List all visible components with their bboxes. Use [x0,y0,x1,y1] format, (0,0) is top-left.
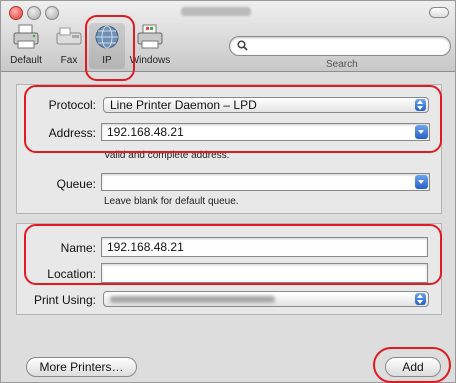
name-label: Name: [60,241,96,255]
address-dropdown-icon[interactable] [415,125,428,139]
address-hint: Valid and complete address. [104,150,230,161]
popup-arrows-icon [415,293,426,305]
add-button[interactable]: Add [385,357,441,377]
close-window-button[interactable] [9,6,23,20]
toolbar-default-button[interactable]: Default [5,23,47,69]
add-printer-window: Default Fax IP Windows Search Protocol: … [0,0,456,383]
globe-icon [95,25,119,49]
protocol-value: Line Printer Daemon – LPD [110,98,257,112]
protocol-label: Protocol: [48,98,96,112]
queue-field[interactable] [101,173,430,191]
queue-hint: Leave blank for default queue. [104,196,239,207]
more-printers-label: More Printers… [39,360,124,374]
address-label: Address: [48,126,96,140]
queue-dropdown-icon[interactable] [415,175,428,189]
toolbar-toggle-button[interactable] [429,7,449,18]
toolbar: Default Fax IP Windows Search [1,1,455,72]
window-title-redacted [151,4,281,18]
print-using-popup[interactable] [103,291,429,307]
toolbar-ip-button[interactable]: IP [89,23,125,69]
queue-label: Queue: [56,177,96,191]
toolbar-windows-label: Windows [129,55,171,66]
printer-icon [13,24,39,49]
toolbar-ip-label: IP [102,55,112,66]
zoom-window-button[interactable] [45,6,59,20]
toolbar-fax-label: Fax [60,55,78,66]
fax-icon [56,27,82,45]
search-icon [237,40,248,51]
address-value: 192.168.48.21 [107,125,184,139]
name-field[interactable]: 192.168.48.21 [101,237,428,257]
protocol-popup[interactable]: Line Printer Daemon – LPD [103,97,429,113]
windows-printer-icon [137,24,163,49]
more-printers-button[interactable]: More Printers… [26,357,137,377]
search-label: Search [326,59,358,70]
add-label: Add [402,360,424,374]
minimize-window-button[interactable] [27,6,41,20]
toolbar-fax-button[interactable]: Fax [53,23,85,69]
toolbar-default-label: Default [10,55,42,66]
location-field[interactable] [101,263,428,283]
address-field[interactable]: 192.168.48.21 [101,123,430,141]
search-field[interactable] [229,36,451,56]
name-value: 192.168.48.21 [107,240,184,254]
print-using-label: Print Using: [33,293,96,307]
print-using-redacted-value [110,296,275,303]
popup-arrows-icon [415,99,426,111]
toolbar-windows-button[interactable]: Windows [127,23,173,69]
location-label: Location: [47,267,96,281]
